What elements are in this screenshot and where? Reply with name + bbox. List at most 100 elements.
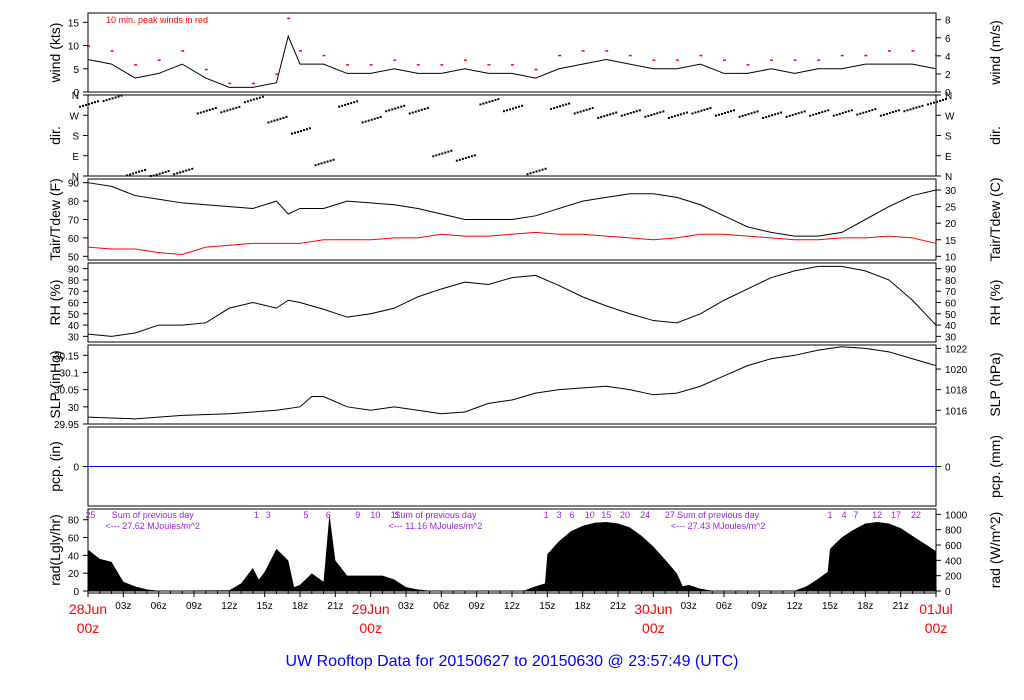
direction-point — [879, 114, 882, 117]
direction-point — [718, 113, 720, 116]
direction-point — [438, 153, 441, 156]
y-tick-label-right: 30 — [945, 186, 957, 197]
y-tick-label: 60 — [68, 234, 80, 245]
direction-point — [408, 112, 411, 115]
direction-point — [573, 112, 576, 115]
direction-point — [788, 114, 791, 117]
direction-point — [647, 114, 650, 117]
direction-point — [361, 121, 364, 124]
y-tick-label-right: 15 — [945, 236, 957, 247]
direction-point — [220, 111, 223, 114]
peak-wind-mark — [793, 59, 797, 61]
direction-point — [771, 114, 774, 117]
hour-mark-label: 6 — [326, 510, 331, 520]
direction-point — [797, 112, 800, 115]
direction-point — [841, 112, 844, 114]
x-tick-label: 15z — [257, 601, 273, 612]
direction-point — [455, 159, 458, 162]
direction-point — [370, 118, 373, 121]
direction-point — [936, 100, 938, 103]
direction-point — [397, 106, 400, 109]
direction-point — [161, 171, 164, 174]
radiation-area — [88, 514, 936, 591]
direction-point — [252, 98, 255, 101]
direction-point — [482, 102, 485, 105]
x-time-label: 00z — [925, 620, 948, 636]
y-axis-label-right: dir. — [987, 126, 1003, 145]
y-tick-label: 0 — [73, 463, 79, 474]
y-tick-label-right: 8 — [945, 16, 951, 27]
y-tick-label: 60 — [68, 299, 80, 310]
y-tick-label-right: 90 — [945, 265, 957, 276]
direction-point — [249, 99, 252, 102]
direction-point — [550, 107, 553, 110]
direction-point — [432, 155, 435, 158]
y-axis-label-right: RH (%) — [987, 280, 1003, 326]
direction-point — [670, 116, 673, 119]
direction-point — [538, 169, 541, 172]
peak-wind-mark — [581, 50, 585, 52]
direction-point — [939, 99, 941, 102]
direction-point — [420, 108, 423, 111]
hour-mark-label: 3 — [266, 510, 271, 520]
y-tick-label-right: 30 — [945, 332, 957, 343]
y-tick-label-right: N — [945, 172, 952, 183]
hour-mark-label: 5 — [303, 510, 308, 520]
direction-point — [491, 99, 494, 102]
direction-point — [208, 108, 211, 111]
peak-wind-mark — [134, 64, 138, 66]
direction-point — [562, 104, 565, 107]
y-tick-label: 80 — [68, 197, 80, 208]
hour-mark-label: 10 — [585, 510, 595, 520]
peak-wind-mark — [887, 50, 891, 52]
hour-mark-label: 6 — [570, 510, 575, 520]
direction-point — [703, 108, 706, 111]
direction-point — [173, 173, 176, 176]
y-tick-label: 70 — [68, 287, 80, 298]
x-tick-label: 12z — [221, 601, 237, 612]
y-tick-label-right: 1020 — [945, 365, 968, 376]
x-tick-label: 06z — [151, 601, 167, 612]
direction-point — [132, 172, 135, 175]
hour-mark-label: 15 — [601, 510, 611, 520]
direction-point — [832, 114, 835, 117]
x-tick-label: 03z — [398, 601, 414, 612]
x-tick-label: 21z — [893, 601, 909, 612]
y-tick-label-right: 25 — [945, 203, 957, 214]
y-tick-label: 29.95 — [54, 420, 79, 431]
direction-point — [733, 109, 735, 112]
weather-chart: UW Rooftop Data for 20150627 to 20150630… — [47, 12, 1003, 670]
y-tick-label: 50 — [68, 252, 80, 263]
direction-point — [214, 107, 217, 110]
direction-point — [135, 171, 138, 174]
direction-point — [185, 169, 188, 172]
y-tick-label: 50 — [68, 310, 80, 321]
peak-wind-mark — [393, 59, 397, 61]
direction-point — [450, 149, 453, 152]
y-tick-label-right: 1000 — [945, 510, 968, 521]
direction-point — [794, 113, 797, 116]
direction-point — [565, 103, 568, 106]
y-tick-label-right: 50 — [945, 310, 957, 321]
direction-point — [417, 109, 420, 112]
direction-point — [865, 110, 868, 113]
direction-point — [765, 116, 768, 119]
y-tick-label: 30.1 — [60, 368, 80, 379]
hour-mark-label: 12 — [872, 510, 882, 520]
annotation: 10 min. peak winds in red — [106, 15, 208, 25]
x-axis: 03z 06z 09z 12z 15z 18z 21z 03z 06z 09z 12z 15z 18z 2… — [69, 591, 953, 636]
direction-point — [306, 128, 308, 131]
direction-point — [862, 111, 865, 114]
y-tick-label: 90 — [68, 179, 80, 190]
direction-point — [385, 110, 388, 113]
direction-point — [818, 112, 821, 114]
direction-point — [685, 111, 688, 114]
direction-point — [544, 167, 547, 170]
direction-point — [444, 151, 447, 154]
direction-point — [400, 105, 403, 108]
peak-wind-mark — [322, 54, 326, 57]
y-tick-label: W — [70, 111, 80, 122]
direction-point — [235, 106, 238, 109]
direction-point — [694, 111, 697, 114]
direction-point — [871, 109, 874, 112]
